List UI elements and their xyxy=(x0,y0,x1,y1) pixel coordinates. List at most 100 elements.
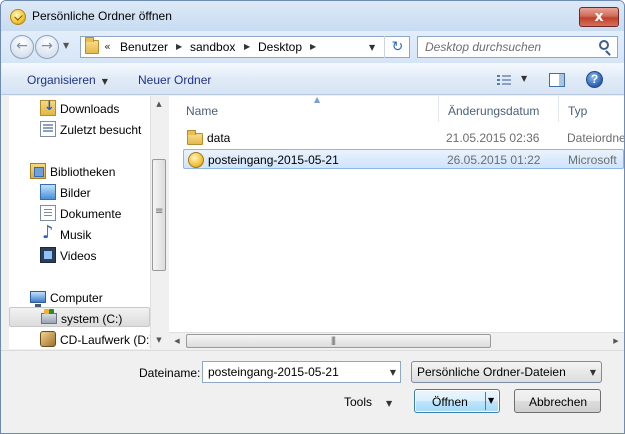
music-icon xyxy=(40,222,56,243)
file-type: Dateiordner xyxy=(567,131,624,145)
column-label: Änderungsdatum xyxy=(448,104,540,118)
organize-label: Organisieren xyxy=(27,73,96,87)
command-bar: Organisieren ▼ Neuer Ordner ▼ ? xyxy=(1,63,624,95)
sort-ascending-icon: ▲ xyxy=(314,96,321,104)
folder-icon xyxy=(187,130,203,145)
file-row-data[interactable]: data 21.05.2015 02:36 Dateiordner xyxy=(183,128,624,148)
downloads-icon xyxy=(40,99,56,116)
filetype-select[interactable]: Persönliche Ordner-Dateien ▼ xyxy=(411,361,602,383)
chevron-down-icon: ▼ xyxy=(386,399,393,408)
forward-button[interactable]: → xyxy=(35,35,59,59)
breadcrumb-overflow[interactable]: « xyxy=(104,40,111,53)
nav-item-label: Zuletzt besucht xyxy=(60,123,142,137)
filename-input[interactable]: posteingang-2015-05-21 ▼ xyxy=(202,361,401,383)
split-divider xyxy=(485,392,486,410)
nav-item-libraries[interactable]: Bibliotheken xyxy=(9,161,150,181)
column-header-date[interactable]: Änderungsdatum xyxy=(439,96,559,122)
nav-item-pictures[interactable]: Bilder xyxy=(9,182,150,202)
search-input[interactable]: Desktop durchsuchen xyxy=(417,36,618,58)
open-options-dropdown[interactable]: ▼ xyxy=(488,396,494,405)
navigation-scrollbar[interactable]: ▲ ▼ xyxy=(150,96,167,349)
nav-item-videos[interactable]: Videos xyxy=(9,245,150,265)
nav-item-label: Bilder xyxy=(60,186,91,200)
nav-item-label: Musik xyxy=(60,228,92,242)
open-label: Öffnen xyxy=(432,395,468,409)
cancel-button[interactable]: Abbrechen xyxy=(514,389,601,413)
nav-item-label: Dokumente xyxy=(60,207,122,221)
organize-button[interactable]: Organisieren ▼ xyxy=(27,73,108,87)
recent-places-icon xyxy=(40,121,56,137)
horizontal-scrollbar[interactable]: ◀ ▶ xyxy=(169,332,624,349)
videos-icon xyxy=(40,247,56,263)
nav-item-label: Bibliotheken xyxy=(50,165,116,179)
filename-value: posteingang-2015-05-21 xyxy=(208,365,339,379)
pictures-icon xyxy=(40,184,56,200)
nav-item-label: CD-Laufwerk (D:) xyxy=(60,333,150,347)
scrollbar-thumb[interactable] xyxy=(152,159,166,271)
filename-label: Dateiname: xyxy=(139,366,201,380)
outlook-pst-icon xyxy=(10,9,26,25)
documents-icon xyxy=(40,205,56,221)
nav-item-label: Computer xyxy=(50,291,103,305)
column-label: Name xyxy=(186,104,219,118)
hard-drive-icon xyxy=(41,309,57,324)
address-row: ← → ▼ « Benutzer ▶ sandbox ▶ Desktop ▶ ▼… xyxy=(1,31,624,63)
recent-pages-dropdown[interactable]: ▼ xyxy=(63,41,69,50)
chevron-right-icon[interactable]: ▶ xyxy=(310,42,316,51)
search-placeholder: Desktop durchsuchen xyxy=(425,40,542,54)
help-icon[interactable]: ? xyxy=(586,71,603,88)
scrollbar-thumb[interactable] xyxy=(186,334,491,348)
computer-icon xyxy=(30,291,46,307)
open-button[interactable]: Öffnen ▼ xyxy=(414,389,500,413)
back-button[interactable]: ← xyxy=(10,35,34,59)
filetype-value: Persönliche Ordner-Dateien xyxy=(417,365,566,379)
nav-item-system-c[interactable]: system (C:) xyxy=(9,307,150,327)
file-name: data xyxy=(207,131,231,145)
view-list-icon[interactable] xyxy=(497,75,511,85)
column-header-type[interactable]: Typ xyxy=(559,96,624,122)
navigation-pane: Downloads Zuletzt besucht Bibliotheken B… xyxy=(9,96,150,349)
chevron-right-icon[interactable]: ▶ xyxy=(244,42,250,51)
folder-icon xyxy=(85,37,99,54)
tools-button[interactable]: Tools ▼ xyxy=(344,395,392,409)
nav-item-label: Downloads xyxy=(60,102,120,116)
open-file-dialog: Persönliche Ordner öffnen x ← → ▼ « Benu… xyxy=(0,0,625,434)
breadcrumb-sandbox[interactable]: sandbox xyxy=(190,40,235,54)
address-bar[interactable]: « Benutzer ▶ sandbox ▶ Desktop ▶ ▼ ↻ xyxy=(80,36,410,58)
search-icon[interactable] xyxy=(599,40,609,50)
file-type: Microsoft xyxy=(568,153,617,167)
breadcrumb-benutzer[interactable]: Benutzer xyxy=(120,40,168,54)
nav-item-cd-drive[interactable]: CD-Laufwerk (D:) xyxy=(9,329,150,349)
view-options-dropdown[interactable]: ▼ xyxy=(521,74,527,83)
scroll-left-arrow[interactable]: ◀ xyxy=(169,333,185,349)
scroll-down-arrow[interactable]: ▼ xyxy=(151,332,167,349)
close-button[interactable]: x xyxy=(579,7,619,27)
scroll-right-arrow[interactable]: ▶ xyxy=(608,333,624,349)
file-date: 26.05.2015 01:22 xyxy=(447,153,541,167)
nav-item-music[interactable]: Musik xyxy=(9,222,150,244)
nav-item-label: Videos xyxy=(60,249,97,263)
new-folder-button[interactable]: Neuer Ordner xyxy=(138,73,211,87)
tools-label: Tools xyxy=(344,395,373,409)
file-name: posteingang-2015-05-21 xyxy=(208,153,339,167)
column-header-name[interactable]: ▲ Name xyxy=(177,96,439,122)
file-list: ▲ Name Änderungsdatum Typ data 21.05.201… xyxy=(169,96,624,332)
nav-item-computer[interactable]: Computer xyxy=(9,287,150,307)
breadcrumb-desktop[interactable]: Desktop xyxy=(258,40,302,54)
address-history-dropdown[interactable]: ▼ xyxy=(369,43,375,52)
file-row-posteingang[interactable]: posteingang-2015-05-21 26.05.2015 01:22 … xyxy=(183,149,624,169)
libraries-icon xyxy=(30,163,46,179)
chevron-right-icon[interactable]: ▶ xyxy=(176,42,182,51)
refresh-icon[interactable]: ↻ xyxy=(384,36,410,58)
scroll-up-arrow[interactable]: ▲ xyxy=(151,96,167,113)
dialog-footer: Dateiname: posteingang-2015-05-21 ▼ Pers… xyxy=(1,350,624,433)
nav-item-recent[interactable]: Zuletzt besucht xyxy=(9,119,150,139)
window-title: Persönliche Ordner öffnen xyxy=(32,9,172,23)
nav-item-downloads[interactable]: Downloads xyxy=(9,98,150,118)
preview-pane-icon[interactable] xyxy=(549,73,565,87)
title-bar: Persönliche Ordner öffnen x xyxy=(1,1,624,31)
pst-file-icon xyxy=(188,152,204,168)
chevron-down-icon: ▼ xyxy=(589,368,596,377)
chevron-down-icon[interactable]: ▼ xyxy=(390,368,396,377)
nav-item-documents[interactable]: Dokumente xyxy=(9,203,150,223)
